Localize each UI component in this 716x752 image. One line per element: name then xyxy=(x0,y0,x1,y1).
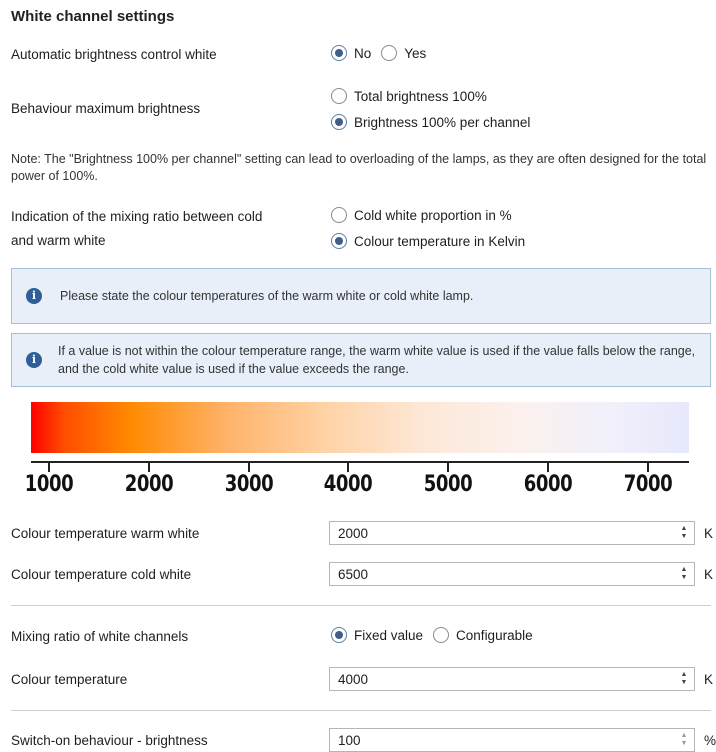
colour-temperature-spinbox[interactable]: 4000 ▲ ▼ xyxy=(329,667,695,691)
info-box-colour-temperatures: i Please state the colour temperatures o… xyxy=(11,268,711,324)
scale-tick-label: 2000 xyxy=(124,472,174,497)
scale-tick xyxy=(646,462,649,472)
info-icon: i xyxy=(26,288,42,304)
separator xyxy=(11,710,711,711)
cold-white-unit: K xyxy=(704,567,714,582)
scale-tick xyxy=(447,462,450,472)
colour-temperature-value[interactable]: 4000 xyxy=(330,672,677,687)
mixing-ratio-label: Mixing ratio of white channels xyxy=(11,629,189,644)
colour-temperature-kelvin-radio[interactable] xyxy=(331,233,347,249)
mixing-indication-label-line2: and warm white xyxy=(11,233,106,248)
per-channel-brightness-radio[interactable] xyxy=(331,114,347,130)
per-channel-brightness-label[interactable]: Brightness 100% per channel xyxy=(354,115,530,130)
info-text-range: If a value is not within the colour temp… xyxy=(58,344,696,376)
mixing-ratio-radio-group: Fixed value Configurable xyxy=(331,627,533,643)
scale-tick-label: 5000 xyxy=(423,472,473,497)
total-brightness-radio[interactable] xyxy=(331,88,347,104)
per-channel-brightness-option[interactable]: Brightness 100% per channel xyxy=(331,114,530,130)
auto-brightness-radio-group: No Yes xyxy=(331,45,426,61)
colour-temperature-gradient xyxy=(31,402,689,453)
info-icon: i xyxy=(26,352,42,368)
scale-tick xyxy=(547,462,549,472)
warm-white-spinbox[interactable]: 2000 ▲ ▼ xyxy=(329,521,695,545)
section-title: White channel settings xyxy=(11,8,175,25)
scale-tick xyxy=(48,462,50,472)
separator xyxy=(11,605,711,606)
brightness-note: Note: The "Brightness 100% per channel" … xyxy=(11,152,707,183)
auto-brightness-no-radio[interactable] xyxy=(331,45,347,61)
switch-on-brightness-label: Switch-on behaviour - brightness xyxy=(11,733,208,748)
scale-tick-label: 4000 xyxy=(324,472,373,497)
warm-white-unit: K xyxy=(704,526,714,541)
scale-tick xyxy=(247,462,250,472)
auto-brightness-label: Automatic brightness control white xyxy=(11,47,217,62)
info-box-range: i If a value is not within the colour te… xyxy=(11,333,711,387)
switch-on-brightness-value[interactable]: 100 xyxy=(330,733,677,748)
cold-white-label: Colour temperature cold white xyxy=(11,567,192,582)
auto-brightness-yes-label[interactable]: Yes xyxy=(404,46,426,61)
colour-temperature-label: Colour temperature xyxy=(11,672,128,687)
configurable-radio[interactable] xyxy=(433,627,450,643)
info-text-colour-temperatures: Please state the colour temperatures of … xyxy=(60,289,474,303)
spinner-arrows-icon[interactable]: ▲ ▼ xyxy=(677,732,691,748)
total-brightness-label[interactable]: Total brightness 100% xyxy=(354,89,487,104)
behaviour-max-brightness-label: Behaviour maximum brightness xyxy=(11,101,201,116)
scale-tick-label: 7000 xyxy=(623,472,673,497)
switch-on-brightness-spinbox[interactable]: 100 ▲ ▼ xyxy=(329,728,695,752)
cold-white-proportion-label[interactable]: Cold white proportion in % xyxy=(354,208,512,223)
spinner-arrows-icon[interactable]: ▲ ▼ xyxy=(677,566,691,582)
auto-brightness-no-label[interactable]: No xyxy=(354,46,371,61)
warm-white-value[interactable]: 2000 xyxy=(330,526,677,541)
total-brightness-option[interactable]: Total brightness 100% xyxy=(331,88,487,104)
scale-tick-label: 3000 xyxy=(224,472,273,497)
scale-tick-label: 6000 xyxy=(523,472,573,497)
configurable-label[interactable]: Configurable xyxy=(456,628,533,643)
scale-tick xyxy=(347,462,350,472)
colour-temperature-unit: K xyxy=(704,672,714,687)
warm-white-label: Colour temperature warm white xyxy=(11,526,200,541)
fixed-value-radio[interactable] xyxy=(331,627,347,643)
colour-temperature-kelvin-label[interactable]: Colour temperature in Kelvin xyxy=(354,234,525,249)
cold-white-value[interactable]: 6500 xyxy=(330,567,677,582)
cold-white-proportion-radio[interactable] xyxy=(331,207,347,223)
scale-tick-label: 1000 xyxy=(24,472,74,497)
cold-white-proportion-option[interactable]: Cold white proportion in % xyxy=(331,207,512,223)
spinner-arrows-icon[interactable]: ▲ ▼ xyxy=(677,671,691,687)
fixed-value-label[interactable]: Fixed value xyxy=(354,628,423,643)
spinner-arrows-icon[interactable]: ▲ ▼ xyxy=(677,525,691,541)
auto-brightness-yes-radio[interactable] xyxy=(381,45,398,61)
colour-temperature-kelvin-option[interactable]: Colour temperature in Kelvin xyxy=(331,233,525,249)
mixing-indication-label-line1: Indication of the mixing ratio between c… xyxy=(11,209,263,224)
switch-on-brightness-unit: % xyxy=(704,733,716,748)
scale-axis-line xyxy=(31,461,689,463)
scale-tick xyxy=(147,462,150,472)
cold-white-spinbox[interactable]: 6500 ▲ ▼ xyxy=(329,562,695,586)
